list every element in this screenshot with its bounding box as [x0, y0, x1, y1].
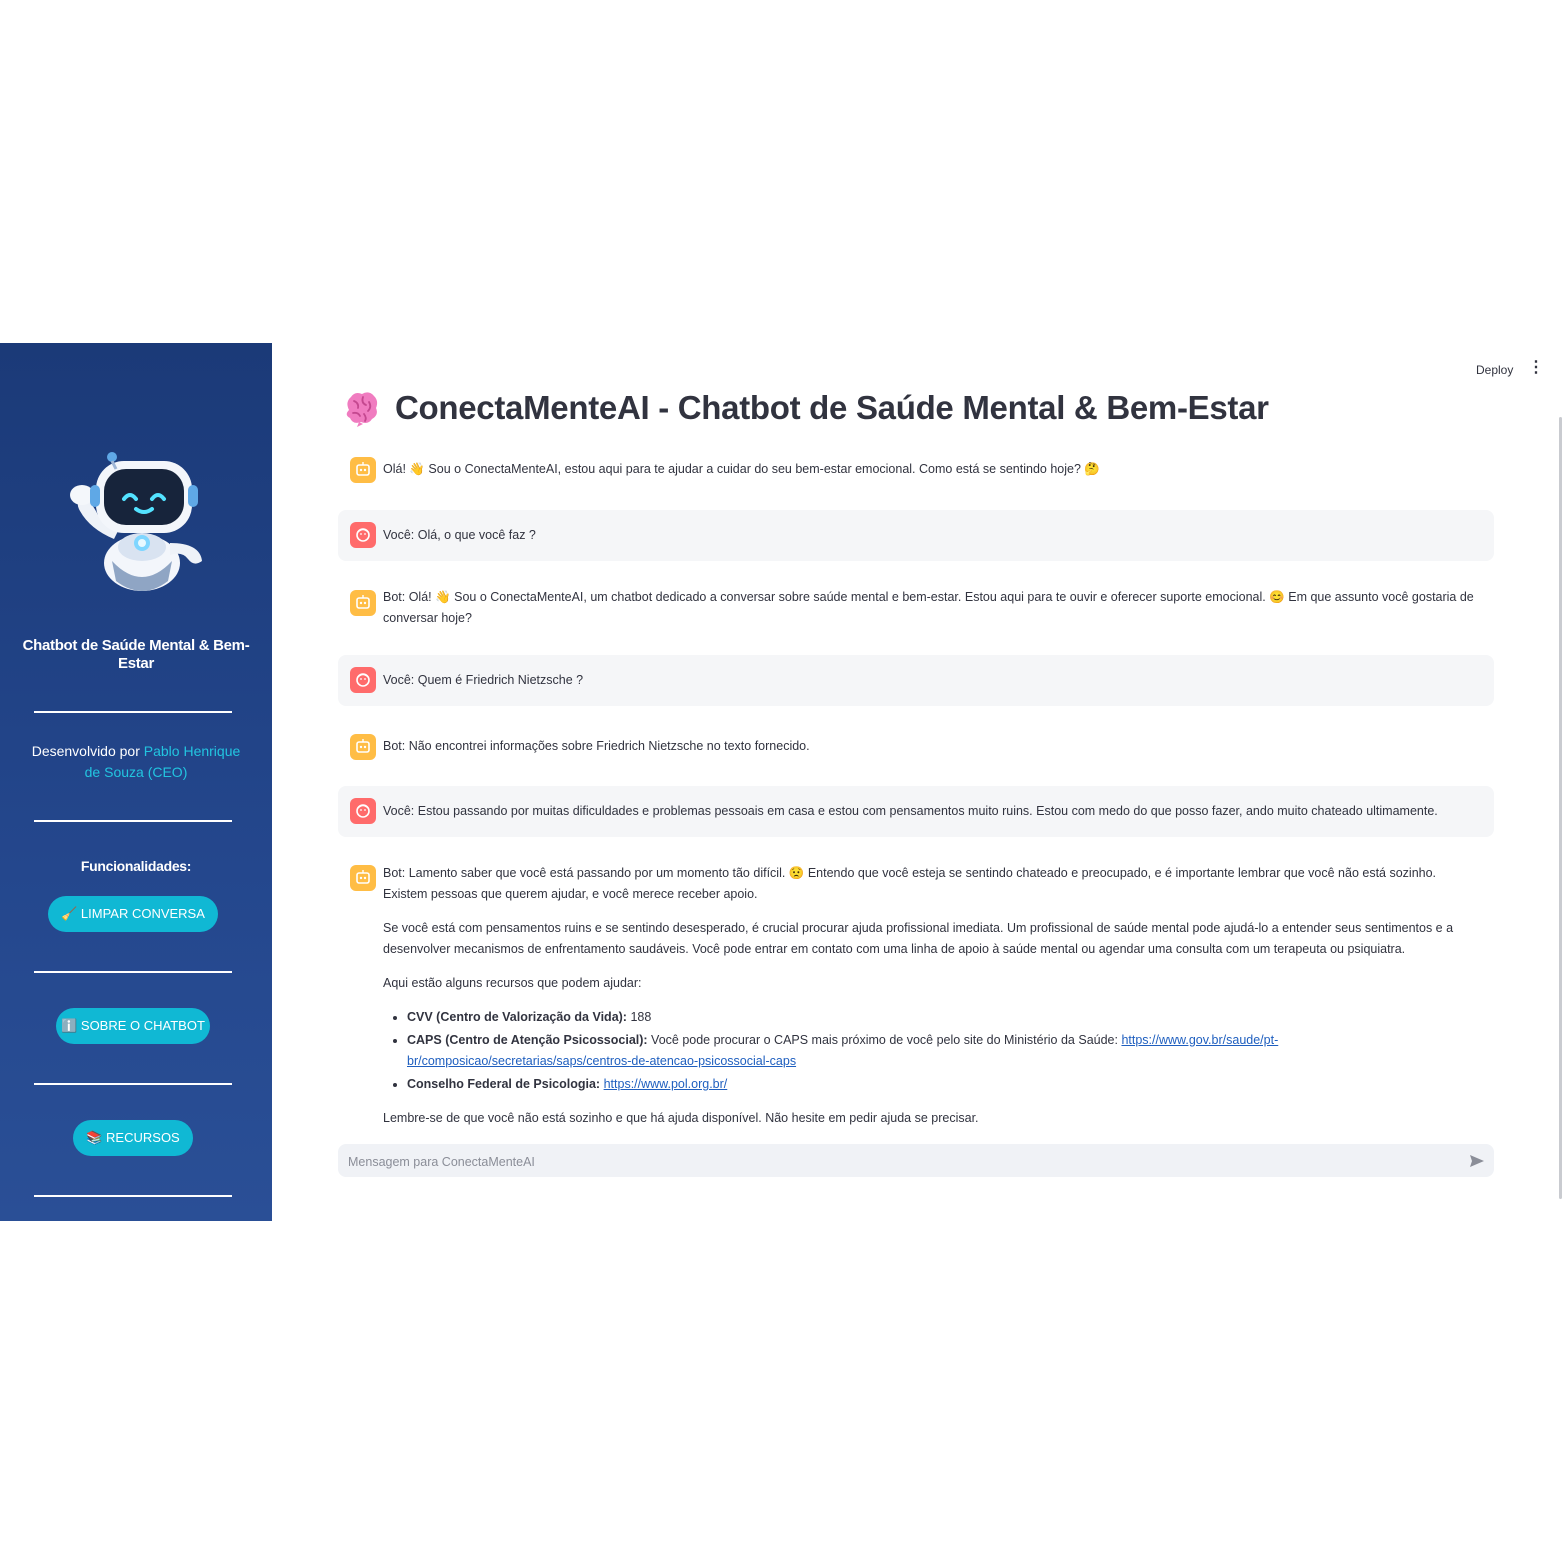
deploy-button[interactable]: Deploy [1476, 363, 1513, 377]
main-content: Deploy ⋮ ConectaMenteAI - Chatbot de Saú… [272, 343, 1563, 1221]
message-paragraph: Se você está com pensamentos ruins e se … [383, 921, 1454, 956]
message-paragraph: Lembre-se de que você não está sozinho e… [383, 1111, 979, 1125]
resource-list: CVV (Centro de Valorização da Vida): 188… [383, 1007, 1482, 1095]
chat-input-bar [338, 1144, 1494, 1179]
brain-icon [346, 392, 378, 427]
clear-conversation-button[interactable]: 🧹 LIMPAR CONVERSA [48, 896, 218, 932]
send-icon[interactable] [1468, 1152, 1486, 1170]
sidebar-divider [34, 711, 232, 713]
list-item: Conselho Federal de Psicologia: https://… [407, 1074, 1482, 1095]
resource-label: CAPS (Centro de Atenção Psicossocial): [407, 1033, 648, 1047]
about-chatbot-button[interactable]: ℹ️ SOBRE O CHATBOT [56, 1008, 210, 1044]
page-title-text: ConectaMenteAI - Chatbot de Saúde Mental… [395, 389, 1269, 426]
chat-message-bot: Bot: Lamento saber que você está passand… [338, 855, 1494, 1135]
message-text: Você: Quem é Friedrich Nietzsche ? [383, 673, 584, 687]
bot-avatar-icon [350, 734, 376, 760]
cfp-link[interactable]: https://www.pol.org.br/ [604, 1077, 728, 1091]
robot-mascot-icon [70, 452, 202, 591]
sidebar-divider [34, 971, 232, 973]
message-text: Olá! 👋 Sou o ConectaMenteAI, estou aqui … [383, 462, 1100, 476]
chat-message-user: Você: Quem é Friedrich Nietzsche ? [338, 655, 1494, 706]
sidebar: Chatbot de Saúde Mental & Bem-Estar Dese… [0, 343, 272, 1221]
bot-avatar-icon [350, 865, 376, 891]
sidebar-divider [34, 1083, 232, 1085]
sidebar-title: Chatbot de Saúde Mental & Bem-Estar [22, 637, 250, 672]
bot-avatar-icon [350, 457, 376, 483]
message-paragraph: Aqui estão alguns recursos que podem aju… [383, 976, 642, 990]
message-paragraph: Bot: Lamento saber que você está passand… [383, 866, 1437, 901]
functions-heading: Funcionalidades: [80, 858, 192, 874]
main-menu-icon[interactable]: ⋮ [1528, 360, 1544, 376]
message-text: Você: Estou passando por muitas dificuld… [383, 804, 1438, 818]
message-text: Bot: Lamento saber que você está passand… [383, 863, 1482, 1142]
message-text: Bot: Não encontrei informações sobre Fri… [383, 739, 810, 753]
chat-message-bot: Olá! 👋 Sou o ConectaMenteAI, estou aqui … [338, 448, 1494, 490]
chat-message-user: Você: Estou passando por muitas dificuld… [338, 786, 1494, 837]
chat-input[interactable] [346, 1144, 1450, 1179]
resources-button[interactable]: 📚 RECURSOS [73, 1120, 193, 1156]
chat-message-bot: Bot: Não encontrei informações sobre Fri… [338, 725, 1494, 769]
app-window: Chatbot de Saúde Mental & Bem-Estar Dese… [0, 343, 1563, 1221]
resource-label: Conselho Federal de Psicologia: [407, 1077, 601, 1091]
developer-prefix: Desenvolvido por [31, 743, 144, 759]
scrollbar[interactable] [1559, 417, 1562, 1199]
resource-text: Você pode procurar o CAPS mais próximo d… [647, 1033, 1122, 1047]
list-item: CAPS (Centro de Atenção Psicossocial): V… [407, 1030, 1482, 1072]
user-avatar-icon [350, 667, 376, 693]
sidebar-divider [34, 1195, 232, 1197]
developer-credit: Desenvolvido por Pablo Henrique de Souza… [28, 741, 244, 783]
sidebar-divider [34, 820, 232, 822]
message-text: Bot: Olá! 👋 Sou o ConectaMenteAI, um cha… [383, 590, 1474, 625]
list-item: CVV (Centro de Valorização da Vida): 188 [407, 1007, 1482, 1028]
user-avatar-icon [350, 798, 376, 824]
resource-text: 188 [626, 1010, 652, 1024]
page-title: ConectaMenteAI - Chatbot de Saúde Mental… [341, 388, 1269, 428]
bot-avatar-icon [350, 590, 376, 616]
user-avatar-icon [350, 522, 376, 548]
chat-message-bot: Bot: Olá! 👋 Sou o ConectaMenteAI, um cha… [338, 579, 1494, 649]
chat-message-user: Você: Olá, o que você faz ? [338, 510, 1494, 561]
resource-label: CVV (Centro de Valorização da Vida): [407, 1010, 627, 1024]
message-text: Você: Olá, o que você faz ? [383, 528, 536, 542]
